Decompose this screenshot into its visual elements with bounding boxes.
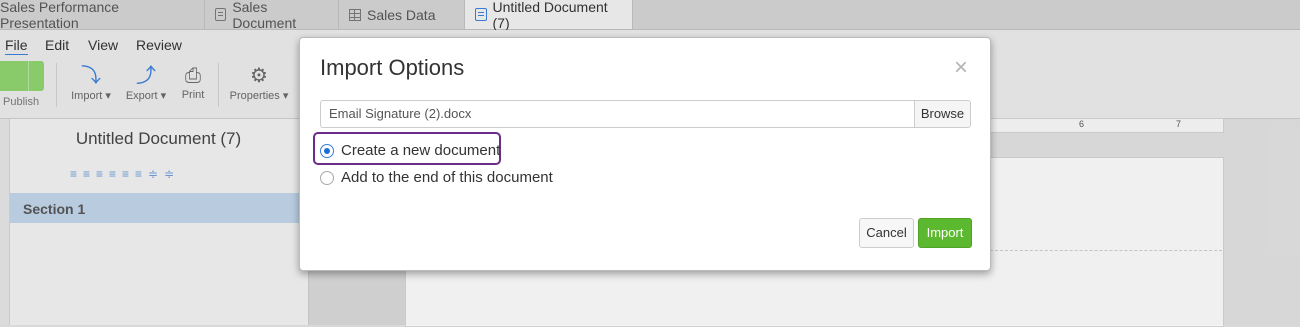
close-icon[interactable]: ×	[954, 56, 968, 80]
option-label: Create a new document	[341, 142, 501, 159]
file-path-input[interactable]: Email Signature (2).docx	[320, 100, 914, 128]
radio-create-new[interactable]	[320, 143, 334, 158]
option-create-new-document[interactable]: Create a new document	[320, 142, 500, 159]
import-confirm-button[interactable]: Import	[918, 218, 972, 248]
dialog-title: Import Options	[320, 55, 465, 80]
cancel-button[interactable]: Cancel	[859, 218, 914, 248]
browse-button[interactable]: Browse	[914, 100, 971, 128]
option-add-to-end[interactable]: Add to the end of this document	[320, 169, 553, 186]
radio-add-to-end[interactable]	[320, 170, 334, 185]
import-options-dialog: Import Options × Email Signature (2).doc…	[299, 37, 991, 271]
option-label: Add to the end of this document	[341, 169, 553, 186]
